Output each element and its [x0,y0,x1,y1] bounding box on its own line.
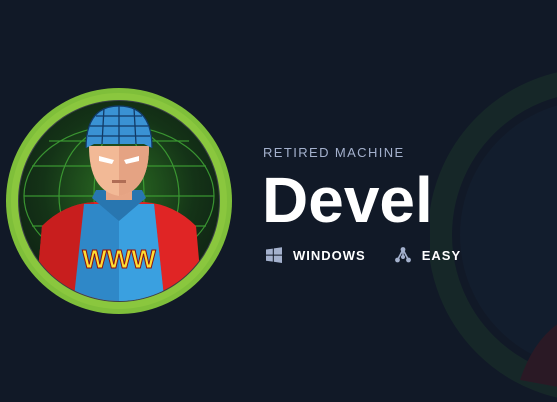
difficulty-icon [394,247,411,263]
machine-status-label: RETIRED MACHINE [263,145,405,160]
difficulty-label: EASY [421,247,462,263]
svg-text:WWW: WWW [82,244,156,274]
windows-icon [266,247,282,263]
machine-avatar: WWW [6,88,232,314]
machine-name: Devel [262,164,433,236]
difficulty-tag: EASY [394,246,461,264]
machine-info: RETIRED MACHINE Devel WINDOWS EASY [262,145,552,264]
machine-card: WWW RETIRED MACHINE Devel WINDOWS EASY [0,0,557,402]
os-tag: WINDOWS [265,246,366,264]
machine-meta: WINDOWS EASY [265,246,552,264]
os-label: WINDOWS [293,247,366,263]
